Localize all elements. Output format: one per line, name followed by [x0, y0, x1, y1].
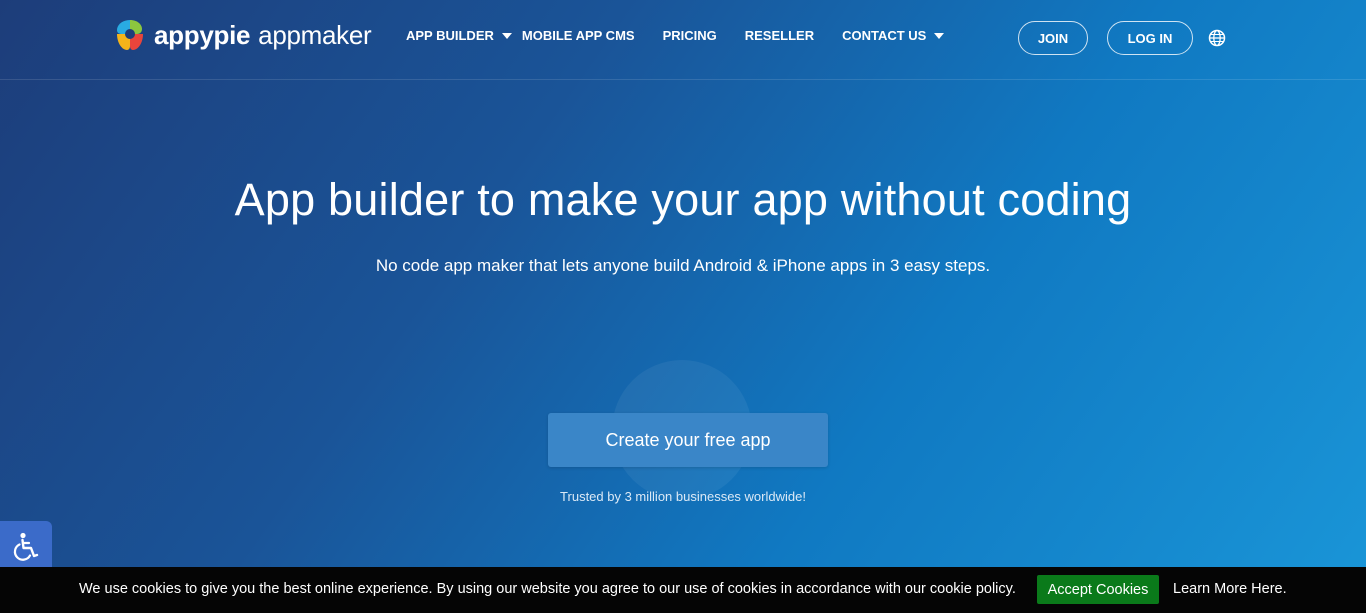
- cookie-banner: We use cookies to give you the best onli…: [0, 567, 1366, 613]
- nav-item-app-builder[interactable]: APP BUILDER: [406, 28, 512, 43]
- accept-cookies-button[interactable]: Accept Cookies: [1037, 575, 1159, 604]
- hero-title: App builder to make your app without cod…: [234, 174, 1132, 225]
- brand-name-light: appmaker: [258, 20, 372, 50]
- nav-item-label: PRICING: [662, 28, 717, 43]
- trusted-text: Trusted by 3 million businesses worldwid…: [560, 489, 806, 504]
- nav-item-label: RESELLER: [744, 28, 815, 43]
- globe-icon[interactable]: [1208, 29, 1226, 47]
- nav-item-mobile-app-cms[interactable]: MOBILE APP CMS: [522, 28, 635, 43]
- join-button[interactable]: JOIN: [1018, 21, 1088, 55]
- nav-item-label: CONTACT US: [842, 28, 927, 43]
- nav-item-contact-us[interactable]: CONTACT US: [842, 28, 945, 43]
- chevron-down-icon: [501, 32, 512, 39]
- nav-item-pricing[interactable]: PRICING: [663, 28, 717, 43]
- main-nav: APP BUILDER MOBILE APP CMS PRICING RESEL…: [406, 28, 945, 43]
- nav-item-label: MOBILE APP CMS: [521, 28, 635, 43]
- cookie-message: We use cookies to give you the best onli…: [79, 581, 1016, 597]
- brand-name: appypie appmaker: [154, 20, 372, 50]
- hero-subtitle: No code app maker that lets anyone build…: [375, 256, 991, 275]
- appypie-logo-icon: [117, 20, 143, 50]
- nav-item-reseller[interactable]: RESELLER: [745, 28, 814, 43]
- wheelchair-icon: [13, 532, 39, 561]
- site-header: appypie appmaker APP BUILDER MOBILE APP C…: [0, 0, 1366, 80]
- create-free-app-button[interactable]: Create your free app: [548, 413, 828, 467]
- chevron-down-icon: [934, 32, 945, 39]
- accessibility-button[interactable]: [0, 521, 52, 573]
- learn-more-link[interactable]: Learn More Here.: [1173, 581, 1287, 597]
- nav-item-label: APP BUILDER: [406, 28, 494, 43]
- brand-name-bold: appypie: [154, 20, 251, 50]
- brand-logo[interactable]: appypie appmaker: [112, 17, 372, 53]
- login-button[interactable]: LOG IN: [1107, 21, 1193, 55]
